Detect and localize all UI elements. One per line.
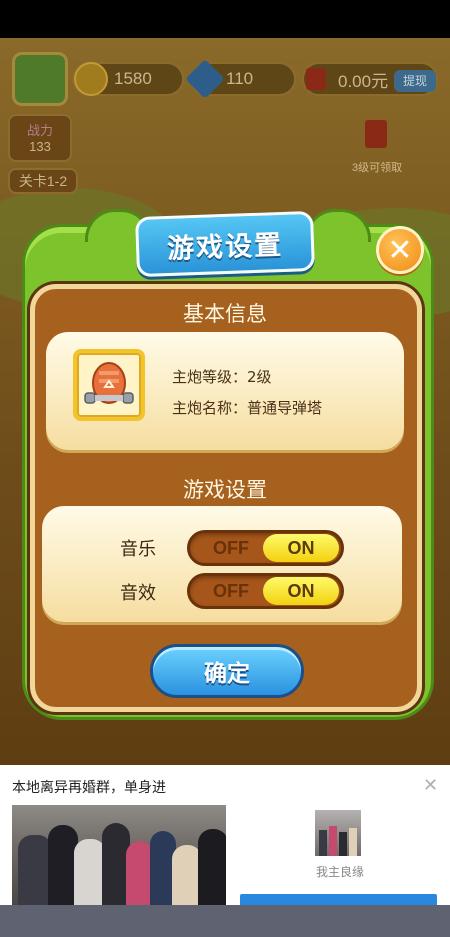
red-packet-hint: 3级可领取 [352, 162, 403, 174]
cannon-thumbnail [73, 349, 145, 421]
power-panel: 战力 133 [8, 114, 72, 162]
gem-count: 110 [226, 69, 254, 88]
music-toggle[interactable]: OFF ON [187, 530, 344, 566]
confirm-button[interactable]: 确定 [150, 644, 304, 698]
sound-on-label: ON [263, 577, 339, 605]
ad-action-button[interactable] [240, 894, 437, 905]
status-bar [0, 0, 450, 38]
ad-panel[interactable]: 本地离异再婚群，单身进 ✕ 我主良缘 [0, 765, 450, 905]
close-button[interactable]: ✕ [376, 226, 424, 274]
cannon-name: 主炮名称：普通导弹塔 [172, 399, 323, 417]
music-off-label: OFF [213, 538, 249, 558]
missile-tower-icon [84, 362, 134, 404]
red-packet-icon[interactable] [365, 120, 387, 148]
red-envelope-icon [306, 68, 326, 90]
basic-info-title: 基本信息 [183, 302, 267, 326]
music-on-label: ON [263, 534, 339, 562]
system-nav-bar [0, 905, 450, 937]
sound-off-label: OFF [213, 581, 249, 601]
power-value: 133 [29, 139, 51, 154]
withdraw-button[interactable]: 提现 [394, 70, 436, 92]
cash-amount: 0.00元 [338, 71, 389, 91]
music-label: 音乐 [120, 539, 156, 560]
power-label: 战力 [26, 123, 53, 138]
game-settings-title: 游戏设置 [183, 478, 267, 502]
coin-icon [74, 62, 108, 96]
player-avatar[interactable] [12, 52, 68, 106]
level-badge: 关卡1-2 [8, 168, 78, 194]
dialog-title: 游戏设置 [166, 229, 284, 265]
ad-brand-name: 我主良缘 [316, 865, 365, 879]
dialog-title-banner: 游戏设置 [135, 210, 315, 278]
confirm-label: 确定 [204, 661, 250, 687]
cannon-level: 主炮等级：2级 [172, 368, 272, 386]
ad-image[interactable] [12, 805, 226, 905]
ad-close-icon[interactable]: ✕ [423, 775, 438, 796]
ad-thumbnail[interactable] [315, 810, 361, 856]
coin-count: 1580 [114, 69, 152, 88]
sound-toggle[interactable]: OFF ON [187, 573, 344, 609]
close-icon: ✕ [387, 232, 413, 268]
sound-label: 音效 [120, 583, 156, 604]
ad-title: 本地离异再婚群，单身进 [12, 780, 166, 796]
